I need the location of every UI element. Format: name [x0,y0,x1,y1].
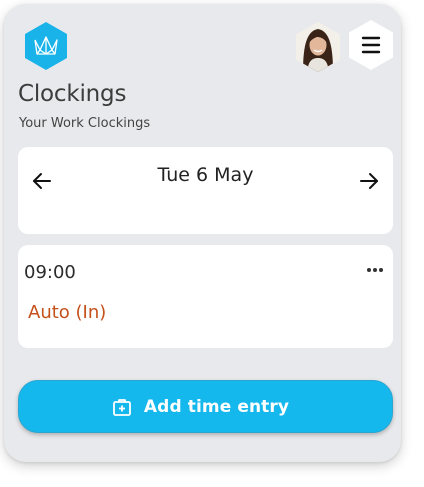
entry-time: 09:00 [24,262,76,283]
page-subtitle: Your Work Clockings [19,116,151,131]
crown-hexagon-icon [25,22,67,70]
add-time-entry-label: Add time entry [143,396,290,417]
entry-type: Auto (In) [28,302,107,323]
user-avatar[interactable] [295,21,341,73]
medical-bag-plus-icon [113,398,131,416]
current-date: Tue 6 May [157,164,254,186]
hamburger-menu-button[interactable] [348,19,394,71]
clocking-entry[interactable]: 09:00 Auto (In) [18,245,393,348]
add-time-entry-button[interactable]: Add time entry [18,380,393,433]
arrow-right-icon[interactable] [357,169,381,193]
more-horizontal-icon[interactable] [365,263,385,277]
date-navigator: Tue 6 May [18,147,393,234]
app-frame: Clockings Your Work Clockings Tue 6 May … [4,4,401,462]
page-title: Clockings [18,81,127,107]
